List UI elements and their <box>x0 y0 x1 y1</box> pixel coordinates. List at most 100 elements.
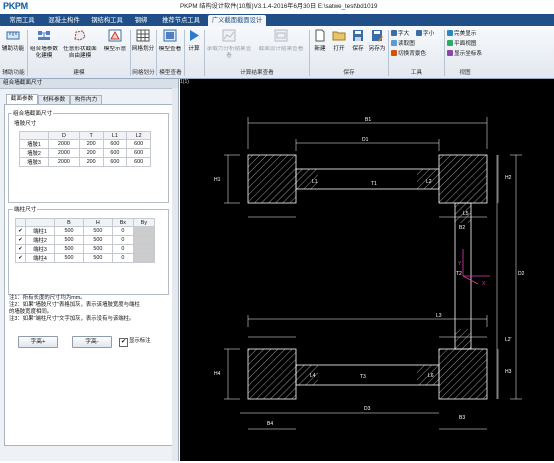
dim-t1: T1 <box>371 181 377 187</box>
group-save: 保存 <box>343 70 355 76</box>
note-2: 注2：如果"墙肢尺寸"表格加灰，表示该墙肢宽度与端柱 <box>9 302 140 308</box>
canvas-tab[interactable]: 1(1) <box>180 79 200 86</box>
ribbon: 辅助功能 组合墙参数化建模 任意形状截面自由建模 模型示意 网格划分 模型查看 … <box>0 26 554 79</box>
panel-scrollbar[interactable] <box>172 88 178 461</box>
wall-group-title: 组合墙截面尺寸 <box>12 109 54 117</box>
note-2b: 的墙肢宽度相同。 <box>9 309 53 315</box>
read-image-button[interactable]: 读取图 <box>391 40 415 48</box>
dim-h4: H4 <box>214 371 221 377</box>
coordinate-axes: X Y <box>458 249 490 287</box>
free-shape-icon <box>74 30 86 41</box>
panel-header: 组合墙截面尺寸 <box>0 79 178 89</box>
ruler-icon <box>6 31 20 40</box>
aux-function-button[interactable]: 辅助功能 <box>1 29 25 53</box>
image-icon <box>391 40 397 46</box>
dim-b2: B2 <box>459 225 465 231</box>
section-params-body: 组合墙截面尺寸 墙肢尺寸 D T L1 L2 墙肢1 2000 200 600 600 墙肢2… <box>4 104 173 446</box>
group-view: 视图 <box>459 70 471 76</box>
model-view-button[interactable]: 模型查看 <box>157 29 183 60</box>
show-axes-button[interactable]: 显示坐标系 <box>447 50 482 58</box>
toggle-bg-button[interactable]: 切换背景色 <box>391 50 426 58</box>
font-smaller-button[interactable]: 字小 <box>416 30 434 38</box>
menu-bar: 常用工具 混凝土构件 钢结构工具 钢绑 推荐节点工具 广义截面截面设计 <box>0 14 554 26</box>
new-file-icon <box>315 29 325 42</box>
dim-h1: H1 <box>214 177 221 183</box>
section-result-button[interactable]: 截面设计结果查看 <box>254 29 308 60</box>
plan-icon <box>447 40 453 46</box>
group-tools: 工具 <box>410 70 423 76</box>
note-3: 注3：如果"端柱尺寸"文字加灰，表示没有与该端柱。 <box>9 316 135 322</box>
open-button[interactable]: 打开 <box>330 29 348 53</box>
dim-d1: D1 <box>362 137 369 143</box>
palette-icon <box>391 50 397 56</box>
dim-l3: L3 <box>436 313 442 319</box>
group-view-model: 模型查看 <box>159 70 182 76</box>
calculate-button[interactable]: 计算 <box>185 29 203 53</box>
font-up-icon <box>391 30 397 36</box>
dim-d3: D3 <box>364 406 371 412</box>
dim-l1: L1 <box>312 179 318 185</box>
note-1: 注1：所有长度的尺寸均为mm。 <box>9 295 86 301</box>
dim-d2: D2 <box>518 271 525 277</box>
save-as-button[interactable]: 另存为 <box>368 29 386 53</box>
tab-common-tools[interactable]: 常用工具 <box>4 15 40 26</box>
show-label-checkbox[interactable]: ✔ <box>119 338 128 347</box>
result-chart-icon <box>222 29 236 42</box>
model-sketch-icon <box>108 29 122 42</box>
tab-node-tools[interactable]: 推荐节点工具 <box>158 15 204 26</box>
free-section-model-button[interactable]: 任意形状截面自由建模 <box>61 29 99 60</box>
wall-subtitle: 墙肢尺寸 <box>13 119 38 127</box>
app-logo: PKPM <box>3 1 28 11</box>
section-drawing: X Y B1 H1 T1 L1 L2 D1 T2 L3 L5 B2 H2 D2 … <box>214 117 525 430</box>
font-height-up-button[interactable]: 字高+ <box>18 336 58 348</box>
mesh-button[interactable]: 网格划分 <box>131 29 155 53</box>
end-column-3 <box>438 348 488 400</box>
floppy-icon <box>353 30 363 41</box>
tab-steel-bind[interactable]: 钢绑 <box>130 15 152 26</box>
drawing-canvas[interactable]: X Y B1 H1 T1 L1 L2 D1 T2 L3 L5 B2 H2 D2 … <box>180 79 554 461</box>
wall-param-model-button[interactable]: 组合墙参数化建模 <box>29 29 59 60</box>
table-row: ✔ 端柱4 500 500 0 <box>15 253 156 263</box>
dim-l5: L5 <box>463 211 469 217</box>
section-chart-icon <box>274 29 288 42</box>
group-mesh: 网格划分 <box>132 70 155 76</box>
column-size-table[interactable]: B H Bx By ✔ 端柱1 500 500 0 ✔ 端柱2 500 500 0 ✔ 端柱3 500 50… <box>15 218 156 263</box>
plan-view-button[interactable]: 平面视图 <box>447 40 476 48</box>
dim-l6: L6 <box>428 373 434 379</box>
group-aux: 辅助功能 <box>2 70 25 76</box>
axes-icon <box>447 50 453 56</box>
table-row: 墙肢2 2000 200 600 600 <box>19 148 151 158</box>
svg-text:Y: Y <box>458 261 462 267</box>
dim-b3: B3 <box>459 415 465 421</box>
dim-t2: T2 <box>456 271 462 277</box>
full-display-button[interactable]: 完美显示 <box>447 30 476 38</box>
model-sketch-button[interactable]: 模型示意 <box>101 29 129 60</box>
fit-screen-icon <box>447 30 453 36</box>
new-button[interactable]: 新建 <box>311 29 329 53</box>
table-row: ✔ 端柱1 500 500 0 <box>15 226 156 236</box>
svg-text:X: X <box>482 281 486 287</box>
table-row: 墙肢3 2000 200 600 600 <box>19 157 151 167</box>
dim-l4: L4 <box>310 373 316 379</box>
dim-l2: L2 <box>426 179 432 185</box>
play-icon <box>190 30 199 41</box>
font-height-down-button[interactable]: 字高- <box>72 336 112 348</box>
group-model: 建模 <box>73 70 85 76</box>
grid-icon <box>136 29 150 42</box>
folder-icon <box>332 31 346 41</box>
tab-steel-tools[interactable]: 钢结构工具 <box>88 15 126 26</box>
tab-section-design[interactable]: 广义截面截面设计 <box>208 15 266 26</box>
wall-size-table[interactable]: D T L1 L2 墙肢1 2000 200 600 600 墙肢2 2000 200 600 600… <box>19 131 151 167</box>
font-down-icon <box>416 30 422 36</box>
title-bar: PKPM PKPM 结构设计软件(10版)V3.1.4-2016年6月30日 E… <box>0 0 554 15</box>
dim-b4: B4 <box>267 421 273 427</box>
font-bigger-button[interactable]: 字大 <box>391 30 409 38</box>
save-button[interactable]: 保存 <box>349 29 367 53</box>
dim-t3: T3 <box>360 374 366 380</box>
dim-h2: H2 <box>505 175 512 181</box>
group-results: 计算结果查看 <box>240 70 274 76</box>
column-group-title: 端柱尺寸 <box>13 205 38 213</box>
dim-b1: B1 <box>365 117 371 123</box>
capacity-result-button[interactable]: 承载力分析结果查看 <box>205 29 253 60</box>
tab-concrete[interactable]: 混凝土构件 <box>44 15 84 26</box>
